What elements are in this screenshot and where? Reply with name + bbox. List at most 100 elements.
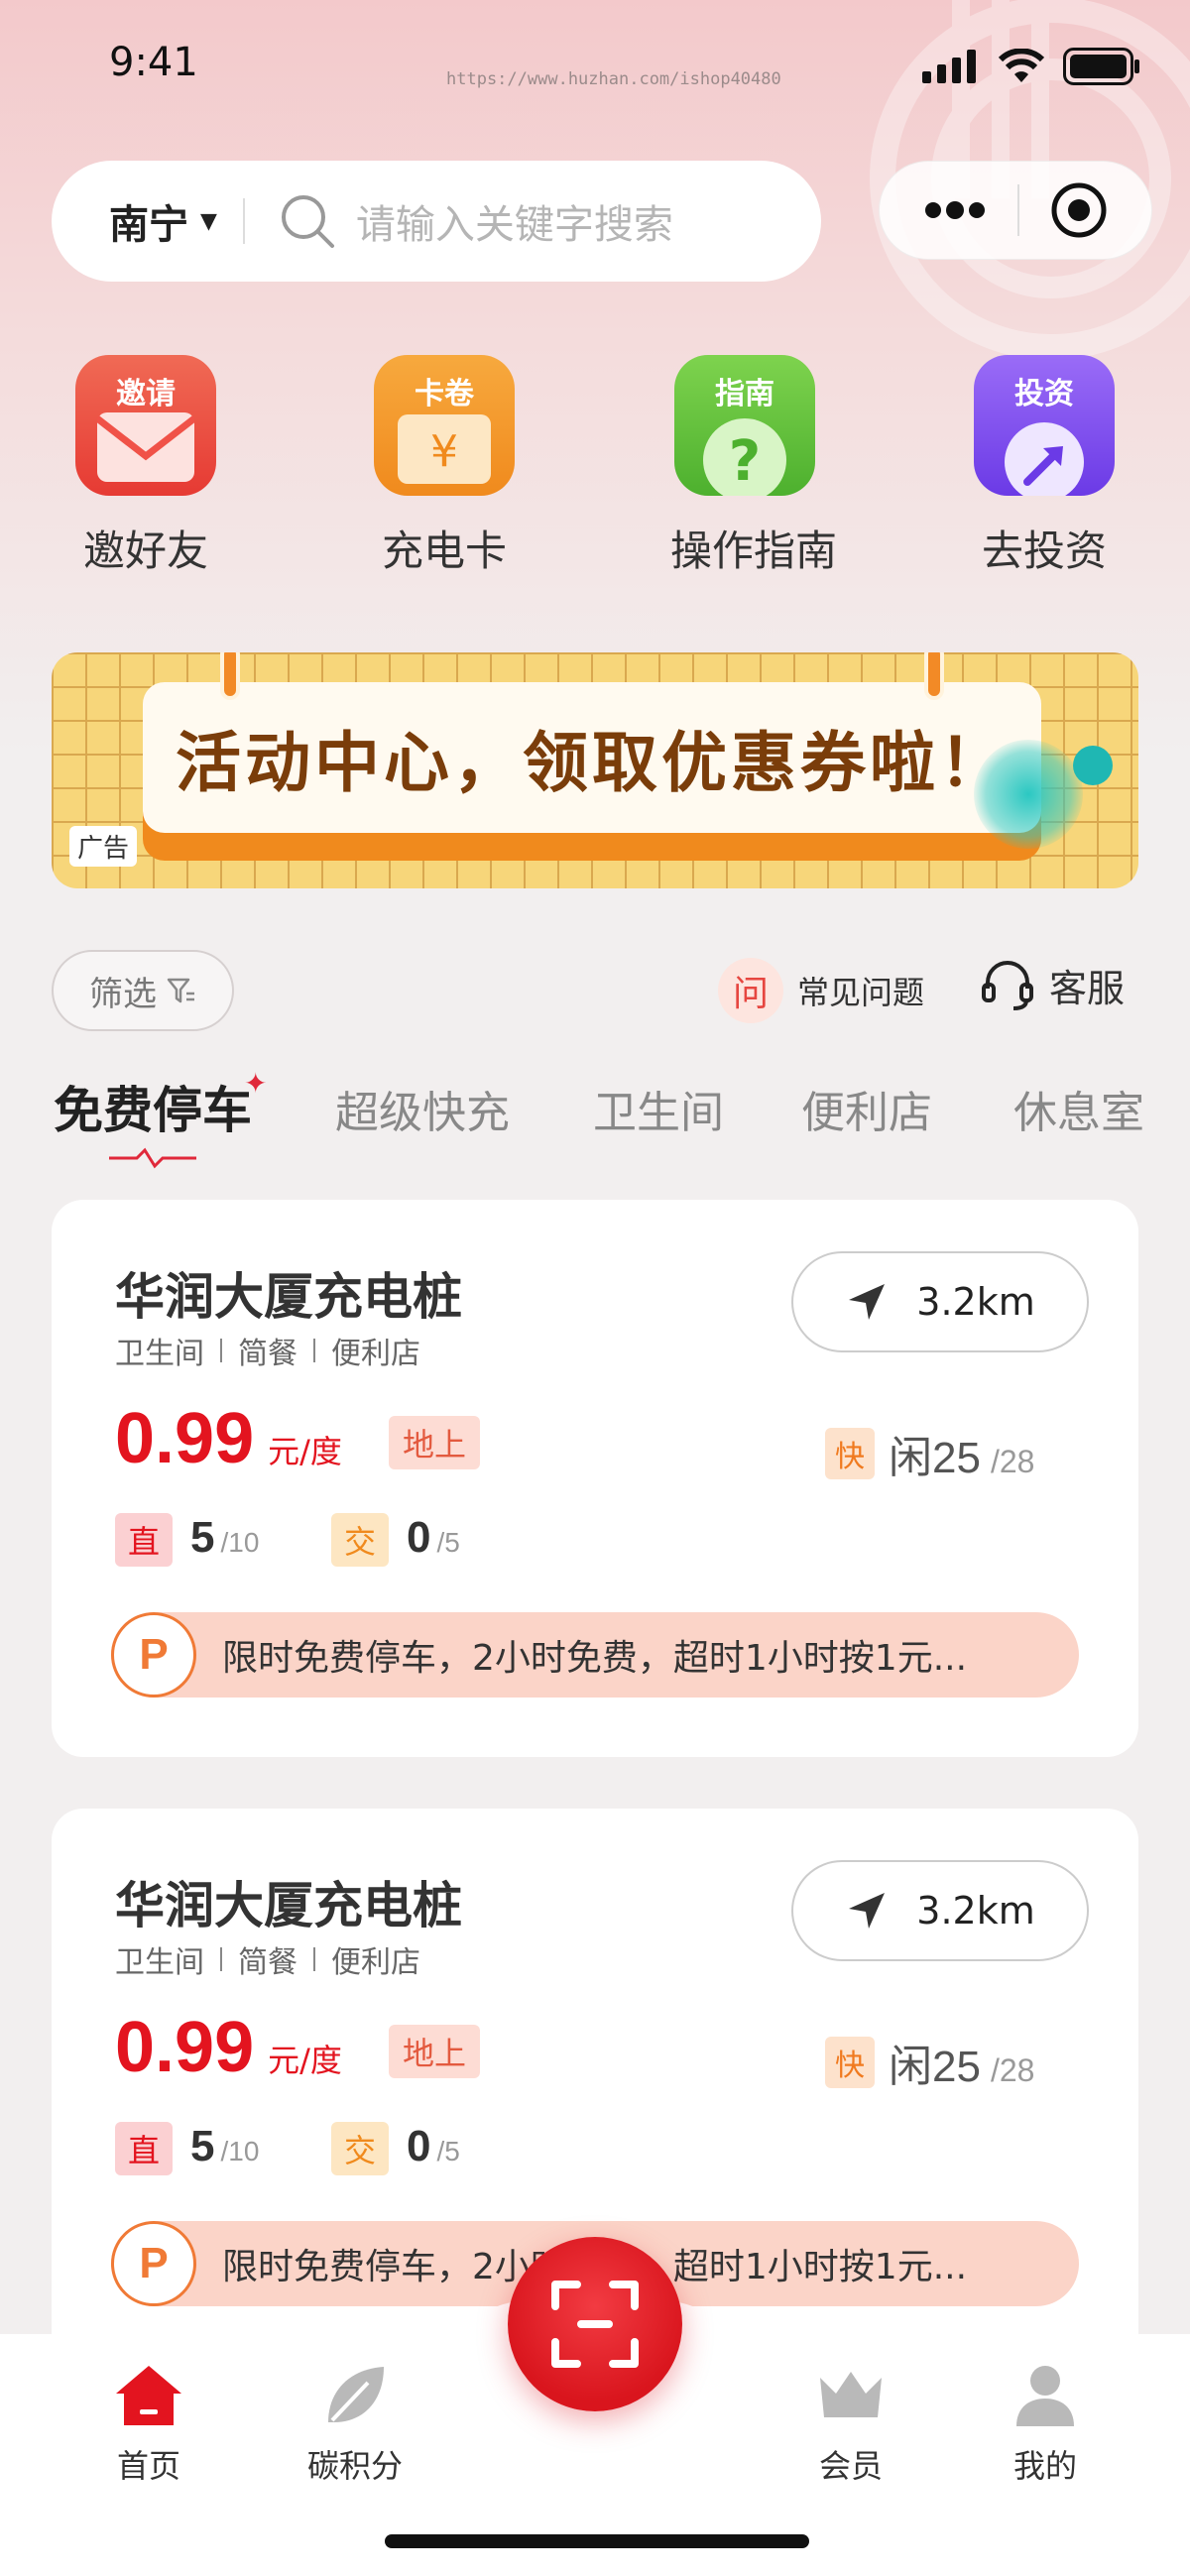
url-watermark: https://www.huzhan.com/ishop40480 [446, 69, 781, 89]
filter-button[interactable]: 筛选 [52, 950, 234, 1031]
customer-service-link[interactable]: 客服 [980, 958, 1125, 1012]
banner-card: 活动中心，领取优惠券啦！ [143, 682, 1041, 833]
navigate-button[interactable]: 3.2km [791, 1251, 1089, 1352]
ac-badge: 交 [331, 2122, 389, 2175]
capsule-divider [1016, 184, 1019, 236]
parking-note: 限时免费停车，2小时免费，超时1小时按1元... [222, 1638, 968, 1679]
amenity-tag: 卫生间 [115, 1945, 204, 1980]
fast-charger-availability: 快 闲25 /28 [825, 1422, 1034, 1485]
price: 0.99 元/度 [115, 2007, 342, 2088]
station-amenities: 卫生间 简餐 便利店 [115, 1937, 420, 1981]
amenity-tag: 简餐 [238, 1945, 298, 1980]
leaf-icon [286, 2356, 424, 2435]
user-icon [976, 2356, 1115, 2435]
idle-total: /28 [990, 1444, 1035, 1479]
close-miniprogram-icon[interactable] [1050, 181, 1108, 239]
navigation-arrow-icon [849, 1893, 886, 1929]
ac-availability: 交 0 /5 [331, 2122, 460, 2175]
quick-action-invest[interactable]: 投资 去投资 [970, 355, 1119, 578]
distance-label: 3.2km [916, 1889, 1035, 1932]
amenity-tag: 简餐 [238, 1337, 298, 1371]
banner-title: 活动中心，领取优惠券啦！ [176, 724, 1009, 801]
parking-icon: P [111, 1612, 196, 1698]
amenity-tag: 便利店 [331, 1337, 420, 1371]
nav-label: 会员 [818, 2447, 883, 2485]
quick-action-label: 充电卡 [381, 527, 507, 575]
search-input[interactable]: 请输入关键字搜索 [356, 192, 673, 250]
station-amenities: 卫生间 简餐 便利店 [115, 1329, 420, 1372]
headset-icon [982, 960, 1033, 1010]
navigate-button[interactable]: 3.2km [791, 1860, 1089, 1961]
navigation-arrow-icon [849, 1284, 886, 1320]
station-name: 华润大厦充电桩 [115, 1268, 462, 1326]
amenity-tag: 卫生间 [115, 1337, 204, 1371]
quick-action-tag: 邀请 [116, 377, 176, 411]
tab-convenience-store[interactable]: 便利店 [801, 1077, 932, 1140]
quick-action-tag: 卡卷 [415, 377, 474, 411]
envelope-graphic [97, 412, 194, 482]
home-indicator [385, 2534, 809, 2548]
ac-total: /5 [436, 2136, 460, 2166]
dc-availability: 直 5 /10 [115, 1513, 259, 1567]
invest-icon: 投资 [974, 355, 1115, 496]
search-bar[interactable]: 南宁 ▼ 请输入关键字搜索 [52, 161, 821, 282]
nav-label: 我的 [1012, 2447, 1077, 2485]
tab-restroom[interactable]: 卫生间 [593, 1077, 724, 1140]
ac-badge: 交 [331, 1513, 389, 1567]
miniprogram-capsule [879, 161, 1152, 260]
price-unit: 元/度 [268, 1433, 342, 1470]
scan-button[interactable] [508, 2237, 682, 2411]
question-graphic: ? [703, 418, 786, 496]
nav-membership[interactable]: 会员 [781, 2356, 920, 2487]
dc-badge: 直 [115, 1513, 173, 1567]
scan-icon [551, 2281, 639, 2368]
more-icon[interactable] [923, 200, 987, 220]
home-icon [79, 2356, 218, 2435]
filter-label: 筛选 [89, 974, 157, 1014]
quick-action-guide[interactable]: 指南 ? 操作指南 [670, 355, 838, 578]
svg-text:?: ? [729, 429, 761, 494]
tab-super-fast-charge[interactable]: 超级快充 [335, 1077, 510, 1140]
tab-free-parking[interactable]: 免费停车 [54, 1071, 252, 1142]
city-selector[interactable]: 南宁 [109, 192, 188, 250]
idle-count: 闲25 [889, 2043, 981, 2091]
status-time: 9:41 [109, 40, 198, 85]
nav-profile[interactable]: 我的 [976, 2356, 1115, 2487]
nav-carbon-points[interactable]: 碳积分 [286, 2356, 424, 2487]
nav-label: 首页 [116, 2447, 180, 2485]
nav-home[interactable]: 首页 [79, 2356, 218, 2487]
coupon-graphic: ¥ [398, 414, 491, 484]
quick-action-invite[interactable]: 邀请 邀好友 [71, 355, 220, 578]
binder-ring [924, 652, 944, 700]
station-card[interactable]: 华润大厦充电桩 卫生间 简餐 便利店 3.2km 0.99 元/度 地上 快 闲… [52, 1200, 1138, 1757]
dc-total: /10 [220, 1527, 260, 1558]
fast-charger-availability: 快 闲25 /28 [825, 2031, 1034, 2094]
faq-icon: 问 [718, 958, 783, 1023]
parking-icon: P [111, 2221, 196, 2306]
category-tabs: 免费停车 ✦ 超级快充 卫生间 便利店 休息室 [0, 1067, 1190, 1169]
activity-banner[interactable]: 活动中心，领取优惠券啦！ 广告 [52, 652, 1138, 888]
price: 0.99 元/度 [115, 1398, 342, 1479]
tab-lounge[interactable]: 休息室 [1013, 1077, 1144, 1140]
quick-action-tag: 投资 [1014, 377, 1074, 411]
parking-info[interactable]: P 限时免费停车，2小时免费，超时1小时按1元... [111, 1612, 1079, 1698]
dc-total: /10 [220, 2136, 260, 2166]
faq-link[interactable]: 问 常见问题 [718, 958, 924, 1023]
wifi-icon [998, 49, 1045, 82]
price-value: 0.99 [115, 2008, 255, 2087]
search-icon [281, 195, 334, 248]
caret-down-icon[interactable]: ▼ [200, 209, 217, 234]
signal-icon [922, 50, 976, 83]
price-value: 0.99 [115, 1399, 255, 1478]
status-icons [922, 48, 1140, 85]
idle-count: 闲25 [889, 1434, 981, 1482]
dc-availability: 直 5 /10 [115, 2122, 259, 2175]
crown-icon [781, 2356, 920, 2435]
quick-action-card[interactable]: 卡卷 ¥ 充电卡 [370, 355, 519, 578]
location-badge: 地上 [389, 1416, 481, 1469]
quick-action-label: 操作指南 [670, 527, 838, 575]
idle-total: /28 [990, 2052, 1035, 2088]
dc-available: 5 [190, 1513, 215, 1562]
envelope-icon: 邀请 [75, 355, 216, 496]
ac-available: 0 [407, 2122, 431, 2170]
